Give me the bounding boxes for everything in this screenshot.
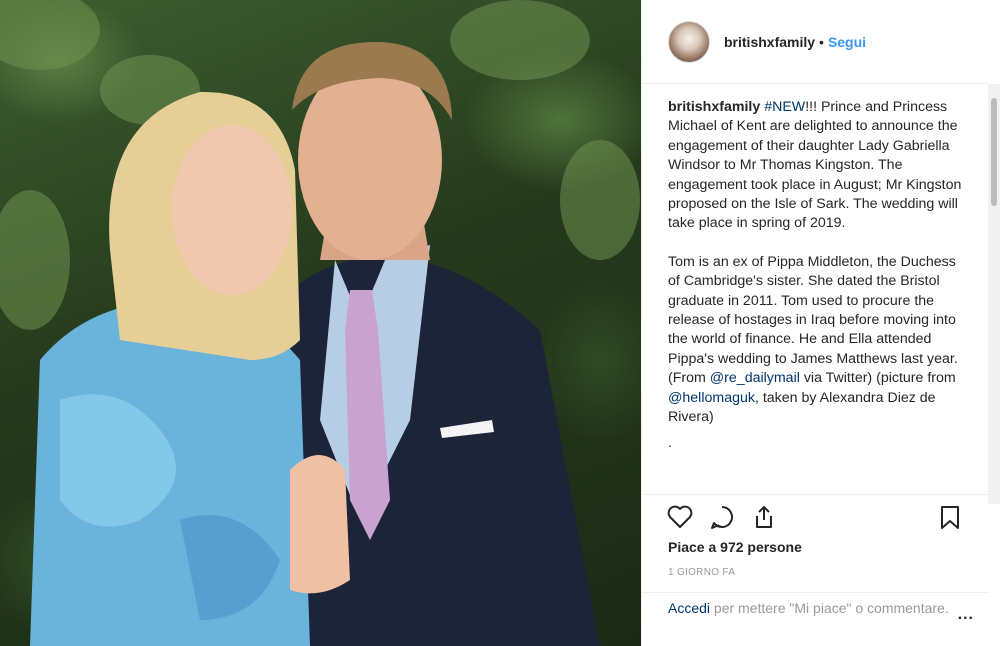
mention-link-dailymail[interactable]: @re_dailymail (710, 370, 800, 386)
follow-button[interactable]: Segui (828, 34, 866, 50)
avatar[interactable] (668, 20, 710, 63)
caption-text-2a: Tom is an ex of Pippa Middleton, the Duc… (668, 253, 962, 387)
caption-scrollbar[interactable] (988, 84, 1000, 504)
post-view: britishxfamily • Segui britishxfamily #N… (0, 0, 1000, 646)
caption-paragraph-1: britishxfamily #NEW!!! Prince and Prince… (668, 98, 968, 234)
mention-link-hellomaguk[interactable]: @hellomaguk (668, 390, 755, 406)
share-icon[interactable] (750, 503, 778, 531)
post-timestamp[interactable]: 1 GIORNO FA (668, 567, 735, 578)
comment-login-prompt: Accedi per mettere "Mi piace" o commenta… (642, 592, 989, 646)
post-header: britishxfamily • Segui (642, 0, 988, 84)
caption-tail: . (668, 434, 672, 451)
post-photo[interactable] (0, 0, 641, 646)
username-link[interactable]: britishxfamily (724, 34, 815, 50)
login-prompt-text: per mettere "Mi piace" o commentare. (710, 600, 949, 616)
caption-username[interactable]: britishxfamily (668, 99, 760, 115)
bookmark-icon[interactable] (936, 503, 964, 531)
caption-text-1: !!! Prince and Princess Michael of Kent … (668, 99, 966, 232)
scrollbar-thumb[interactable] (991, 98, 997, 206)
likes-count[interactable]: Piace a 972 persone (668, 539, 802, 555)
caption-paragraph-2: Tom is an ex of Pippa Middleton, the Duc… (668, 253, 968, 428)
caption-text-2b: via Twitter) (picture from (799, 370, 960, 387)
comment-icon[interactable] (708, 503, 736, 531)
caption: britishxfamily #NEW!!! Prince and Prince… (668, 98, 968, 484)
hashtag-link[interactable]: #NEW (764, 99, 805, 115)
login-link[interactable]: Accedi (668, 600, 710, 616)
action-bar (642, 494, 989, 541)
more-options-button[interactable]: ... (958, 606, 974, 624)
heart-icon[interactable] (666, 503, 694, 531)
separator-dot: • (819, 33, 824, 50)
post-sidebar: britishxfamily • Segui britishxfamily #N… (641, 0, 1000, 646)
photo-illustration (0, 0, 640, 646)
